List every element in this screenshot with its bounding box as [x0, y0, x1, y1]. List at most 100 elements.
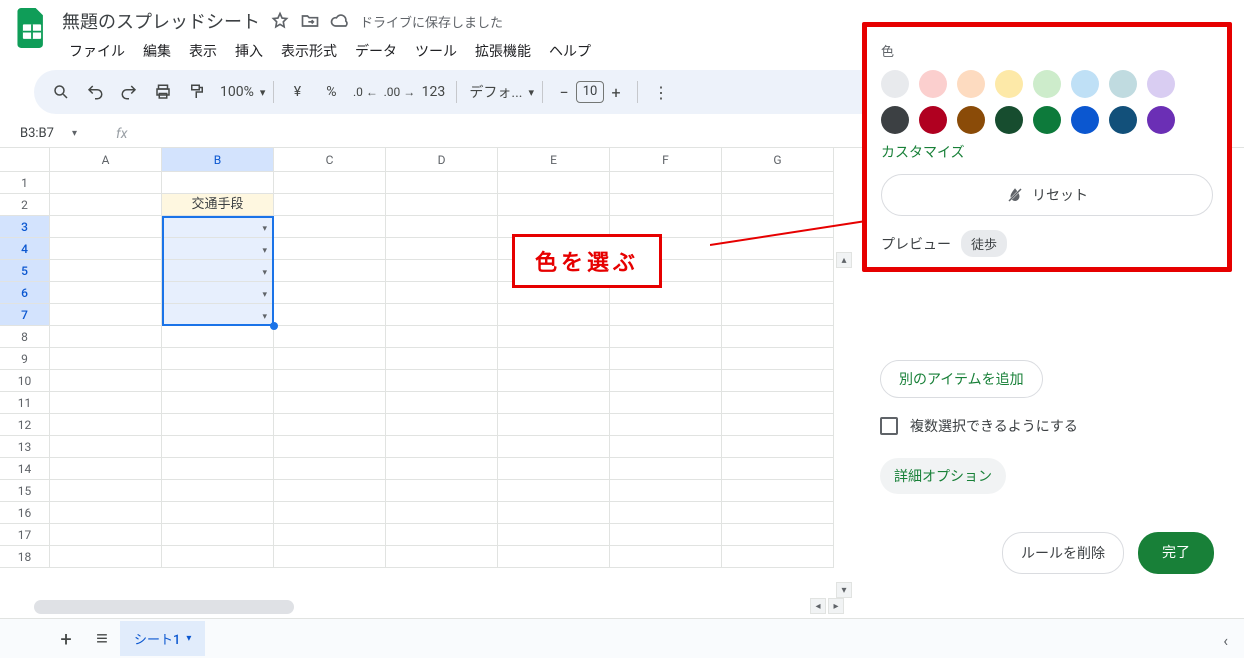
cell-E1[interactable] [498, 172, 610, 194]
cell-C11[interactable] [274, 392, 386, 414]
cell-F17[interactable] [610, 524, 722, 546]
cell-G16[interactable] [722, 502, 834, 524]
cell-C3[interactable] [274, 216, 386, 238]
cell-B4[interactable] [162, 238, 274, 260]
row-header-10[interactable]: 10 [0, 370, 50, 392]
row-header-2[interactable]: 2 [0, 194, 50, 216]
horizontal-scroll-buttons[interactable]: ◂▸ [810, 598, 844, 614]
vertical-scroll-buttons[interactable]: ▴▾ [836, 252, 852, 598]
menu-挿入[interactable]: 挿入 [228, 38, 270, 64]
menu-表示形式[interactable]: 表示形式 [274, 38, 344, 64]
cell-D13[interactable] [386, 436, 498, 458]
cell-E14[interactable] [498, 458, 610, 480]
row-header-7[interactable]: 7 [0, 304, 50, 326]
cell-G11[interactable] [722, 392, 834, 414]
increase-decimal-icon[interactable]: .00 → [384, 77, 414, 107]
cell-C1[interactable] [274, 172, 386, 194]
cell-F7[interactable] [610, 304, 722, 326]
cell-B6[interactable] [162, 282, 274, 304]
cell-A8[interactable] [50, 326, 162, 348]
color-swatch[interactable] [1033, 106, 1061, 134]
cell-A12[interactable] [50, 414, 162, 436]
cell-E13[interactable] [498, 436, 610, 458]
cell-E10[interactable] [498, 370, 610, 392]
cell-E11[interactable] [498, 392, 610, 414]
decrease-font-icon[interactable]: − [552, 83, 576, 102]
cell-G1[interactable] [722, 172, 834, 194]
cell-D18[interactable] [386, 546, 498, 568]
cell-A2[interactable] [50, 194, 162, 216]
cell-F9[interactable] [610, 348, 722, 370]
cell-E8[interactable] [498, 326, 610, 348]
row-header-9[interactable]: 9 [0, 348, 50, 370]
percent-icon[interactable]: % [316, 77, 346, 107]
cell-G15[interactable] [722, 480, 834, 502]
color-swatch[interactable] [1071, 70, 1099, 98]
color-swatch[interactable] [957, 106, 985, 134]
col-header-C[interactable]: C [274, 148, 386, 172]
cell-A15[interactable] [50, 480, 162, 502]
decrease-decimal-icon[interactable]: .0 ← [350, 77, 380, 107]
cell-G4[interactable] [722, 238, 834, 260]
cell-B13[interactable] [162, 436, 274, 458]
cell-A5[interactable] [50, 260, 162, 282]
cell-A10[interactable] [50, 370, 162, 392]
cell-B15[interactable] [162, 480, 274, 502]
row-header-15[interactable]: 15 [0, 480, 50, 502]
cell-D15[interactable] [386, 480, 498, 502]
color-swatch[interactable] [1033, 70, 1061, 98]
cell-D5[interactable] [386, 260, 498, 282]
cell-D4[interactable] [386, 238, 498, 260]
row-header-6[interactable]: 6 [0, 282, 50, 304]
tab-scroll-left-icon[interactable]: ‹ [1223, 631, 1228, 650]
cell-C17[interactable] [274, 524, 386, 546]
zoom-dropdown[interactable]: 100%▾ [216, 84, 265, 100]
cell-A4[interactable] [50, 238, 162, 260]
cell-A9[interactable] [50, 348, 162, 370]
cell-E16[interactable] [498, 502, 610, 524]
cell-C8[interactable] [274, 326, 386, 348]
cell-D2[interactable] [386, 194, 498, 216]
cell-D10[interactable] [386, 370, 498, 392]
cell-B8[interactable] [162, 326, 274, 348]
font-family-dropdown[interactable]: デフォ...▾ [465, 82, 534, 102]
cell-G14[interactable] [722, 458, 834, 480]
row-header-11[interactable]: 11 [0, 392, 50, 414]
cell-E9[interactable] [498, 348, 610, 370]
cell-D1[interactable] [386, 172, 498, 194]
delete-rule-button[interactable]: ルールを削除 [1002, 532, 1124, 574]
row-header-13[interactable]: 13 [0, 436, 50, 458]
cell-E18[interactable] [498, 546, 610, 568]
add-item-button[interactable]: 別のアイテムを追加 [880, 360, 1043, 398]
increase-font-icon[interactable]: + [604, 83, 628, 102]
star-icon[interactable] [270, 11, 290, 31]
cell-C7[interactable] [274, 304, 386, 326]
cell-B17[interactable] [162, 524, 274, 546]
cell-G18[interactable] [722, 546, 834, 568]
menu-ファイル[interactable]: ファイル [62, 38, 132, 64]
color-swatch[interactable] [1109, 70, 1137, 98]
row-header-3[interactable]: 3 [0, 216, 50, 238]
cell-E7[interactable] [498, 304, 610, 326]
select-all-corner[interactable] [0, 148, 50, 172]
cell-B3[interactable] [162, 216, 274, 238]
cell-G3[interactable] [722, 216, 834, 238]
cell-C10[interactable] [274, 370, 386, 392]
cell-C5[interactable] [274, 260, 386, 282]
cell-D6[interactable] [386, 282, 498, 304]
color-swatch[interactable] [919, 106, 947, 134]
cell-C6[interactable] [274, 282, 386, 304]
cell-A1[interactable] [50, 172, 162, 194]
cell-G8[interactable] [722, 326, 834, 348]
cell-C2[interactable] [274, 194, 386, 216]
sheets-logo-icon[interactable] [12, 8, 52, 48]
row-header-1[interactable]: 1 [0, 172, 50, 194]
cell-B11[interactable] [162, 392, 274, 414]
cell-C16[interactable] [274, 502, 386, 524]
cell-F14[interactable] [610, 458, 722, 480]
cell-B9[interactable] [162, 348, 274, 370]
cell-B14[interactable] [162, 458, 274, 480]
cell-G7[interactable] [722, 304, 834, 326]
cell-D12[interactable] [386, 414, 498, 436]
cell-A18[interactable] [50, 546, 162, 568]
